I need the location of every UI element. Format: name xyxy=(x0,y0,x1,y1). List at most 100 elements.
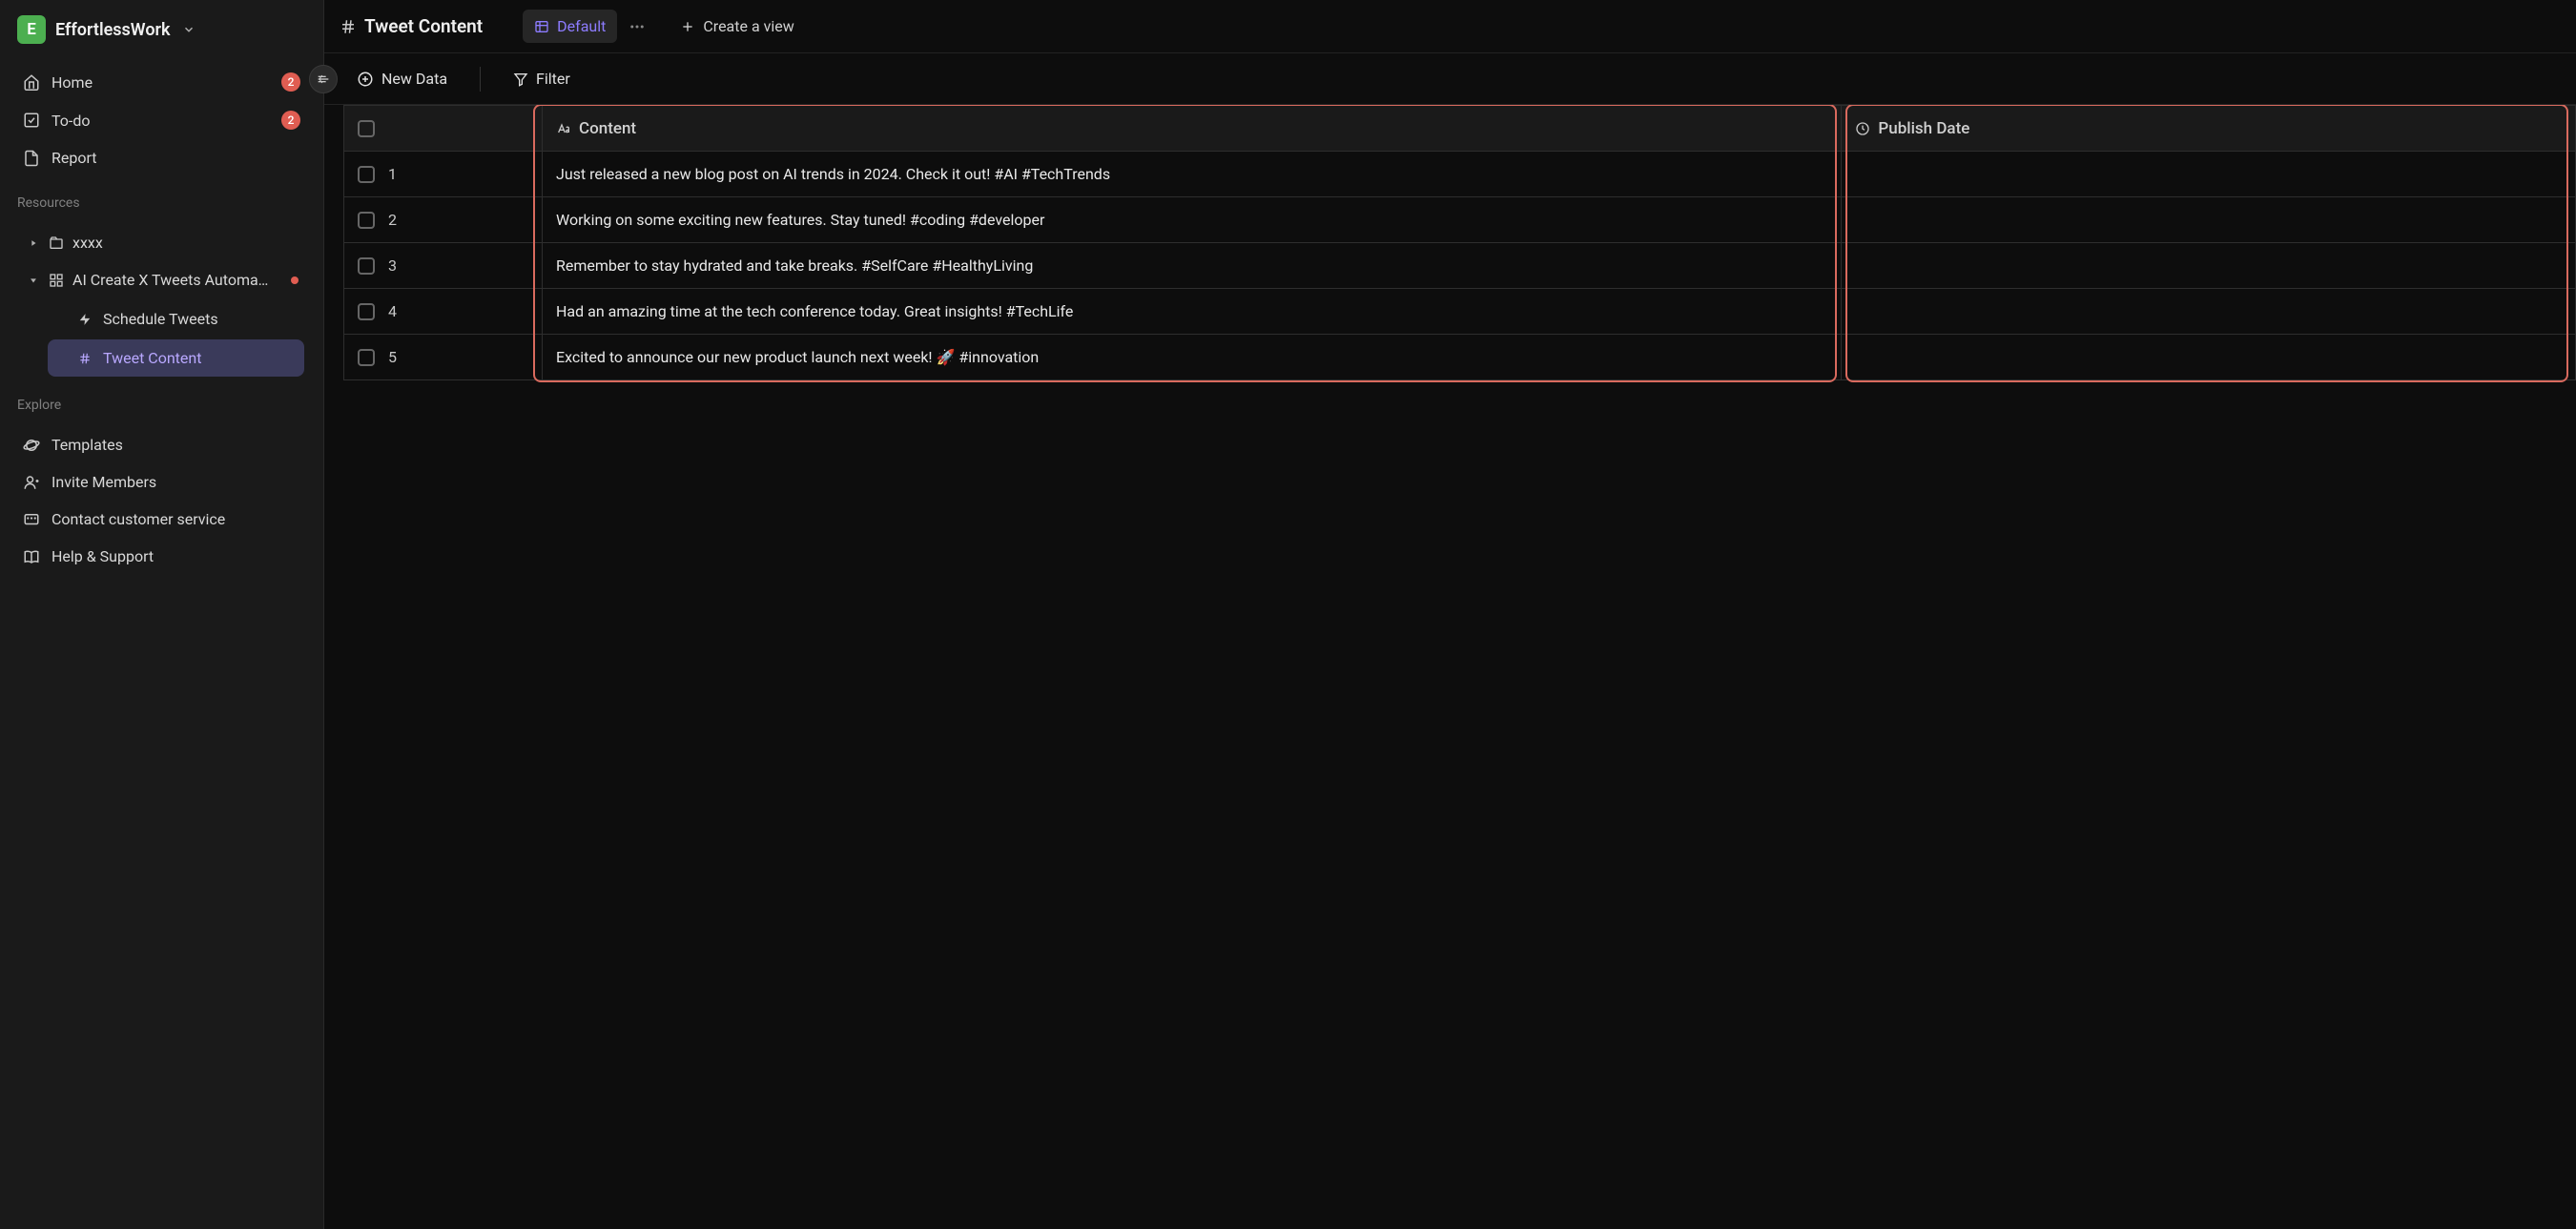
cell-content[interactable]: Remember to stay hydrated and take break… xyxy=(543,243,1842,289)
topbar: Tweet Content Default Create a view xyxy=(324,0,2576,53)
view-tab-label: Default xyxy=(557,17,606,35)
column-header-date-label: Publish Date xyxy=(1878,119,1969,138)
table-row[interactable]: 2 Working on some exciting new features. … xyxy=(344,197,2576,243)
planet-icon xyxy=(23,437,40,454)
column-header-content-label: Content xyxy=(579,119,636,138)
nav-contact-label: Contact customer service xyxy=(52,510,300,528)
nav-home-badge: 2 xyxy=(281,72,300,92)
main-content: Tweet Content Default Create a view xyxy=(324,0,2576,1229)
nav-report[interactable]: Report xyxy=(10,139,314,176)
table-row[interactable]: 1 Just released a new blog post on AI tre… xyxy=(344,152,2576,197)
nav-todo-badge: 2 xyxy=(281,111,300,130)
cell-publish-date[interactable] xyxy=(1842,289,2576,335)
cell-publish-date[interactable] xyxy=(1842,335,2576,380)
row-index: 4 xyxy=(388,302,397,320)
nav-templates-label: Templates xyxy=(52,436,300,454)
folder-icon xyxy=(48,236,65,251)
nav-todo-label: To-do xyxy=(52,112,270,130)
tree-child-schedule-tweets[interactable]: Schedule Tweets xyxy=(48,300,304,338)
filter-icon xyxy=(513,72,528,87)
hash-icon xyxy=(76,352,93,365)
cell-publish-date[interactable] xyxy=(1842,152,2576,197)
plus-icon xyxy=(680,19,695,34)
cell-content[interactable]: Just released a new blog post on AI tren… xyxy=(543,152,1842,197)
explore-section-title: Explore xyxy=(0,384,323,420)
cell-content[interactable]: Excited to announce our new product laun… xyxy=(543,335,1842,380)
row-checkbox[interactable] xyxy=(358,257,375,275)
nav-contact[interactable]: Contact customer service xyxy=(10,501,314,538)
select-all-checkbox[interactable] xyxy=(358,120,375,137)
tree-child-label: Schedule Tweets xyxy=(103,310,218,328)
nav-invite[interactable]: Invite Members xyxy=(10,463,314,501)
view-tab-default[interactable]: Default xyxy=(523,10,617,43)
tree-label: AI Create X Tweets Automa… xyxy=(72,271,283,289)
row-checkbox-cell: 4 xyxy=(344,289,543,335)
nav-report-label: Report xyxy=(52,149,300,167)
plus-circle-icon xyxy=(357,71,374,88)
toolbar: New Data Filter xyxy=(324,53,2576,105)
row-index: 5 xyxy=(388,348,397,366)
nav-help-label: Help & Support xyxy=(52,547,300,565)
check-square-icon xyxy=(23,112,40,129)
row-checkbox-cell: 2 xyxy=(344,197,543,243)
user-plus-icon xyxy=(23,474,40,491)
row-checkbox-cell: 3 xyxy=(344,243,543,289)
cell-publish-date[interactable] xyxy=(1842,197,2576,243)
collapse-sidebar-button[interactable] xyxy=(309,65,338,93)
grid-icon xyxy=(48,273,65,288)
clock-icon xyxy=(1855,121,1870,136)
view-more-icon[interactable] xyxy=(625,14,649,39)
nav-home[interactable]: Home 2 xyxy=(10,63,314,101)
tree-child-tweet-content[interactable]: Tweet Content xyxy=(48,339,304,377)
create-view-label: Create a view xyxy=(703,17,793,35)
row-index: 3 xyxy=(388,256,397,275)
home-icon xyxy=(23,73,40,91)
resources-section-title: Resources xyxy=(0,182,323,218)
workspace-switcher[interactable]: E EffortlessWork xyxy=(0,8,323,57)
sidebar: E EffortlessWork Home 2 To-do 2 xyxy=(0,0,324,1229)
nav-todo[interactable]: To-do 2 xyxy=(10,101,314,139)
tree-label: xxxx xyxy=(72,234,302,252)
tree-item-xxxx[interactable]: xxxx xyxy=(10,224,314,261)
workspace-badge: E xyxy=(17,15,46,44)
create-view-button[interactable]: Create a view xyxy=(669,10,805,43)
row-checkbox-cell: 1 xyxy=(344,152,543,197)
expand-right-icon[interactable] xyxy=(27,238,40,248)
toolbar-divider xyxy=(480,67,481,92)
table-row[interactable]: 3 Remember to stay hydrated and take brea… xyxy=(344,243,2576,289)
expand-down-icon[interactable] xyxy=(27,276,40,285)
cell-content[interactable]: Working on some exciting new features. S… xyxy=(543,197,1842,243)
tree-item-ai-tweets[interactable]: AI Create X Tweets Automa… xyxy=(10,261,314,298)
book-icon xyxy=(23,548,40,565)
column-header-content[interactable]: Content xyxy=(543,106,1842,152)
tree-child-label: Tweet Content xyxy=(103,349,201,367)
nav-invite-label: Invite Members xyxy=(52,473,300,491)
table-row[interactable]: 4 Had an amazing time at the tech confere… xyxy=(344,289,2576,335)
row-checkbox-cell: 5 xyxy=(344,335,543,380)
filter-label: Filter xyxy=(536,70,570,88)
cell-publish-date[interactable] xyxy=(1842,243,2576,289)
row-checkbox[interactable] xyxy=(358,212,375,229)
workspace-name: EffortlessWork xyxy=(55,20,171,40)
grid-view-icon xyxy=(534,19,549,34)
lightning-icon xyxy=(76,313,93,326)
row-index: 1 xyxy=(388,165,397,183)
table-container: Content Publish Date 1 Just released a ne… xyxy=(324,105,2576,1229)
nav-help[interactable]: Help & Support xyxy=(10,538,314,575)
row-checkbox[interactable] xyxy=(358,349,375,366)
new-data-button[interactable]: New Data xyxy=(345,62,459,95)
unread-dot-icon xyxy=(291,277,299,284)
row-checkbox[interactable] xyxy=(358,303,375,320)
document-icon xyxy=(23,150,40,167)
chevron-down-icon xyxy=(182,23,196,36)
new-data-label: New Data xyxy=(381,70,447,88)
row-checkbox[interactable] xyxy=(358,166,375,183)
nav-templates[interactable]: Templates xyxy=(10,426,314,463)
page-title: Tweet Content xyxy=(364,15,483,37)
row-index: 2 xyxy=(388,211,397,229)
table-row[interactable]: 5 Excited to announce our new product lau… xyxy=(344,335,2576,380)
text-type-icon xyxy=(556,121,571,136)
column-header-publish-date[interactable]: Publish Date xyxy=(1842,106,2576,152)
filter-button[interactable]: Filter xyxy=(502,62,582,95)
cell-content[interactable]: Had an amazing time at the tech conferen… xyxy=(543,289,1842,335)
